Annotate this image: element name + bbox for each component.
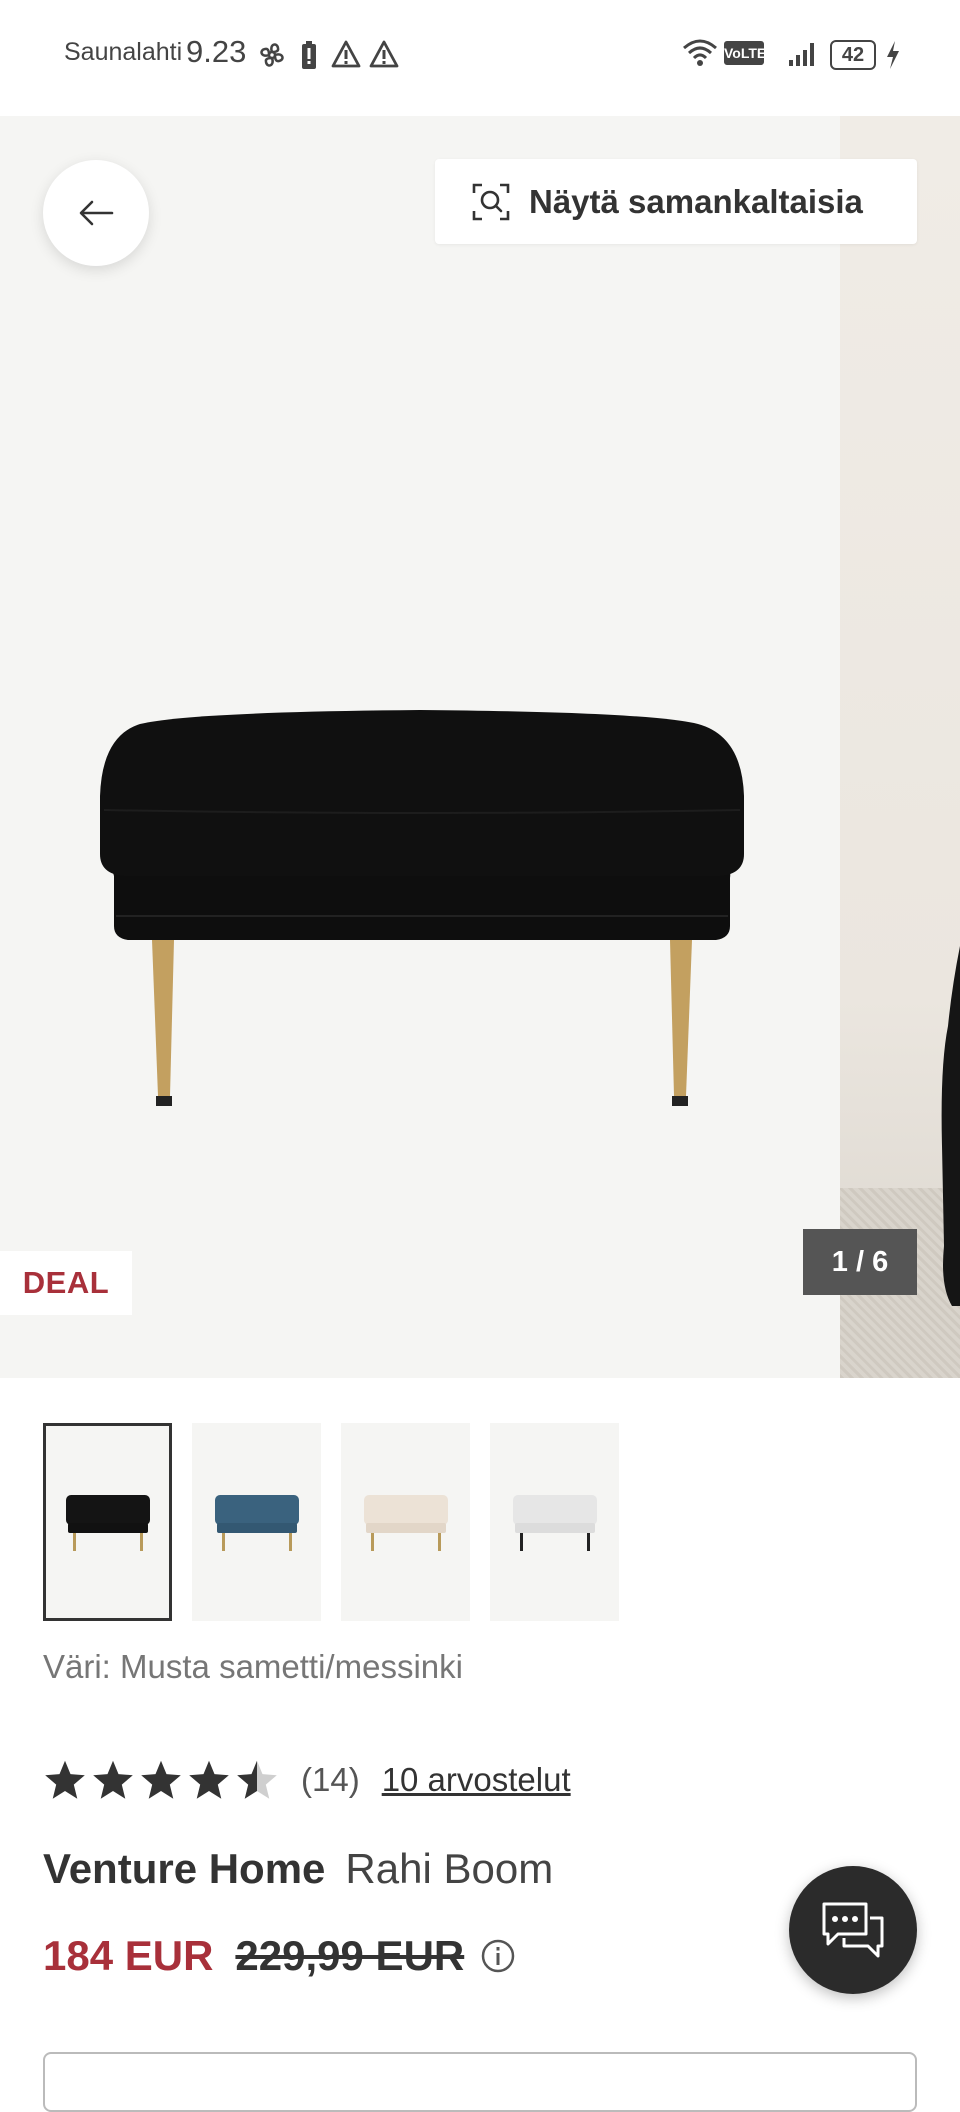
deal-badge: DEAL: [0, 1251, 132, 1315]
signal-icon: [789, 43, 814, 66]
carrier-name: Saunalahti: [64, 38, 183, 66]
product-image-gallery[interactable]: Näytä samankaltaisia DEAL 1 / 6: [0, 116, 960, 1378]
image-pager: 1 / 6: [803, 1229, 917, 1295]
product-name: Rahi Boom: [345, 1845, 554, 1892]
volte-icon: VoLTE: [724, 41, 766, 65]
thumbnail-ottoman-image: [512, 1495, 597, 1551]
show-similar-label: Näytä samankaltaisia: [529, 182, 863, 220]
chat-button[interactable]: [789, 1866, 917, 1994]
wifi-icon: [683, 39, 717, 66]
thumbnail-strip: [43, 1423, 619, 1621]
selected-color: Väri: Musta sametti/messinki: [43, 1648, 463, 1686]
thumbnail-black[interactable]: [43, 1423, 172, 1621]
thumbnail-ottoman-image: [363, 1495, 448, 1551]
color-value: Musta sametti/messinki: [120, 1648, 463, 1685]
product-title: Venture Home Rahi Boom: [43, 1845, 553, 1893]
product-image-ottoman: [100, 710, 744, 1106]
sofa-silhouette: [941, 946, 960, 1306]
thumbnail-ottoman-image: [65, 1495, 150, 1551]
warning-icon: [369, 40, 399, 68]
status-bar: Saunalahti 9.23 VoLTE 42: [0, 0, 960, 116]
visual-search-icon: [472, 183, 510, 220]
rating-count: (14): [301, 1761, 360, 1798]
thumbnail-ottoman-image: [214, 1495, 299, 1551]
back-button[interactable]: [43, 160, 149, 266]
star-full-icon: [45, 1760, 85, 1799]
thumbnail-light-grey[interactable]: [490, 1423, 619, 1621]
original-price: 229,99 EUR: [235, 1932, 465, 1979]
status-time: 9.23: [186, 34, 247, 69]
fan-icon: [260, 43, 284, 67]
info-icon[interactable]: [480, 1938, 516, 1974]
battery-icon: 42: [830, 40, 876, 70]
price-row: 184 EUR 229,99 EUR: [43, 1932, 516, 1980]
star-full-icon: [93, 1760, 133, 1799]
star-half-icon: [237, 1760, 277, 1799]
brand-name[interactable]: Venture Home: [43, 1845, 325, 1892]
arrow-left-icon: [79, 200, 114, 226]
bottom-info-card: [43, 2052, 917, 2112]
color-label: Väri:: [43, 1648, 111, 1685]
deal-badge-text: DEAL: [22, 1265, 110, 1300]
chat-icon: [822, 1902, 884, 1958]
rating-row: (14) 10 arvostelut: [43, 1758, 571, 1802]
battery-saver-icon: [302, 41, 316, 69]
thumbnail-blue[interactable]: [192, 1423, 321, 1621]
reviews-link[interactable]: 10 arvostelut: [382, 1761, 571, 1799]
current-price: 184 EUR: [43, 1932, 214, 1979]
star-full-icon: [141, 1760, 181, 1799]
warning-icon: [331, 40, 361, 68]
thumbnail-beige[interactable]: [341, 1423, 470, 1621]
charging-icon: [887, 41, 899, 69]
star-full-icon: [189, 1760, 229, 1799]
show-similar-button[interactable]: Näytä samankaltaisia: [435, 159, 917, 244]
